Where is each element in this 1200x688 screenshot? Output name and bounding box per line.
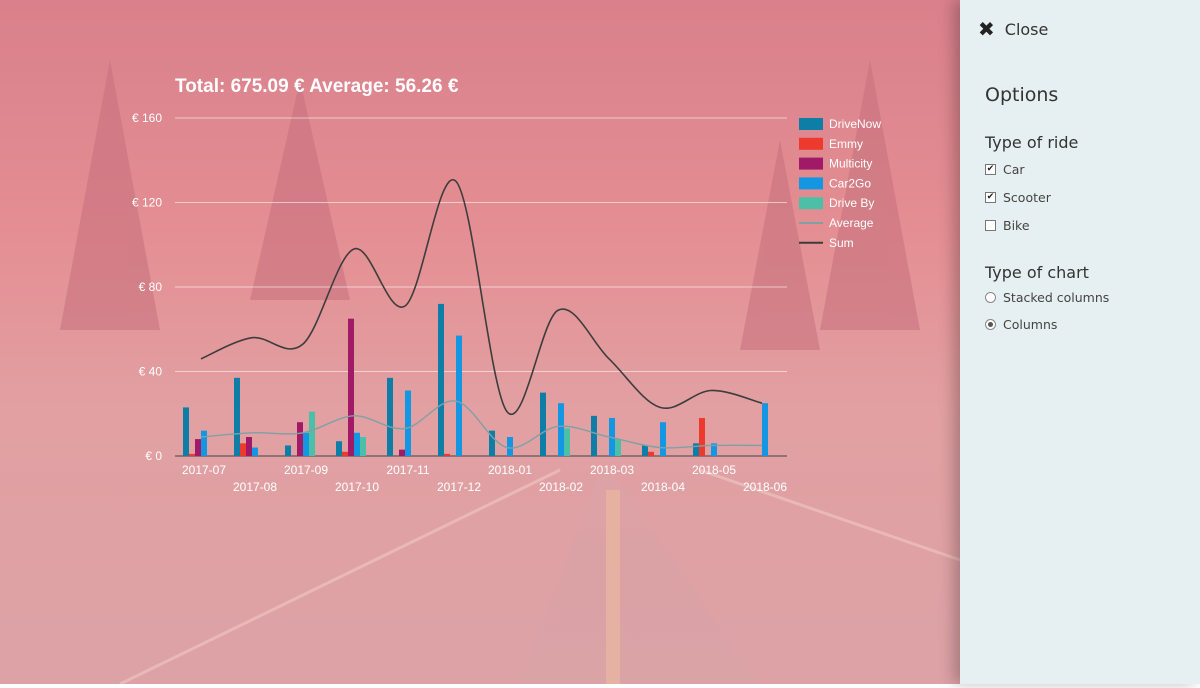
bar-emmy	[648, 451, 654, 456]
bar-drivenow	[183, 407, 189, 456]
x-tick-label: 2017-10	[335, 480, 379, 494]
x-tick-label: 2018-05	[692, 463, 736, 477]
bike-checkbox[interactable]	[985, 220, 996, 231]
bar-drivenow	[540, 392, 546, 456]
legend-label: Multicity	[829, 157, 872, 171]
legend-label: Emmy	[829, 137, 863, 151]
scooter-checkbox[interactable]: ✔	[985, 192, 996, 203]
bar-emmy	[240, 443, 246, 456]
bar-multicity	[195, 439, 201, 456]
car-checkbox[interactable]: ✔	[985, 164, 996, 175]
bar-drivenow	[234, 377, 240, 456]
x-tick-label: 2017-11	[386, 463, 429, 477]
columns-radio[interactable]	[985, 319, 996, 330]
close-icon: ✖	[978, 17, 995, 41]
legend-label: Sum	[829, 236, 854, 250]
legend-label: Drive By	[829, 196, 874, 210]
bar-emmy	[342, 451, 348, 456]
columns-label: Columns	[1003, 317, 1058, 332]
stacked-columns-label: Stacked columns	[1003, 290, 1110, 305]
x-tick-label: 2018-03	[590, 463, 634, 477]
scooter-label: Scooter	[1003, 190, 1051, 205]
bar-drive-by	[360, 436, 366, 456]
options-heading: Options	[985, 84, 1059, 106]
chart-type-heading: Type of chart	[985, 263, 1089, 282]
bar-multicity	[297, 422, 303, 456]
x-tick-label: 2018-01	[488, 463, 532, 477]
bike-label: Bike	[1003, 218, 1030, 233]
bar-drivenow	[591, 415, 597, 456]
bar-car2go	[405, 390, 411, 456]
x-tick-label: 2018-06	[743, 480, 787, 494]
bar-car2go	[507, 436, 513, 456]
ride-type-heading: Type of ride	[985, 133, 1079, 152]
bar-car2go	[456, 335, 462, 456]
bar-drivenow	[285, 445, 291, 456]
stacked-columns-radio[interactable]	[985, 292, 996, 303]
bar-car2go	[201, 430, 207, 456]
bar-car2go	[558, 403, 564, 456]
chart-svg: € 0 € 40 € 80 € 120 € 160 2017-07 2017-08 2017-…	[132, 111, 881, 494]
close-label: Close	[1004, 19, 1049, 39]
legend-swatch	[799, 137, 823, 150]
legend-label: Car2Go	[829, 176, 871, 190]
bar-drive-by	[615, 439, 621, 456]
bar-multicity	[246, 436, 252, 456]
legend-swatch	[799, 118, 823, 130]
line-sum	[200, 178, 763, 416]
ride-type-car[interactable]: ✔ Car	[985, 162, 1025, 177]
bar-drivenow	[336, 441, 342, 456]
legend-label: Average	[829, 216, 874, 230]
ride-type-scooter[interactable]: ✔ Scooter	[985, 190, 1051, 205]
x-tick-label: 2017-12	[437, 480, 481, 494]
chart-type-stacked[interactable]: Stacked columns	[985, 290, 1109, 305]
ride-type-bike[interactable]: Bike	[985, 218, 1030, 233]
x-tick-label: 2017-09	[284, 463, 328, 477]
legend-label: DriveNow	[829, 117, 881, 131]
options-sidebar: ✖ Close Options Type of ride ✔ Car ✔ Sco…	[960, 0, 1200, 684]
legend-swatch	[799, 177, 823, 190]
bar-multicity	[348, 318, 354, 456]
close-button[interactable]: ✖ Close	[978, 19, 1048, 39]
bar-emmy	[699, 417, 705, 456]
bar-drive-by	[309, 411, 315, 456]
y-tick-label: € 160	[132, 111, 162, 125]
bar-drivenow	[693, 443, 699, 456]
y-tick-label: € 80	[139, 280, 163, 294]
x-tick-label: 2018-02	[539, 480, 583, 494]
bar-drivenow	[387, 377, 393, 456]
chart-area: Total: 675.09 € Average: 56.26 € € 0 € 40…	[0, 0, 960, 684]
bar-car2go	[252, 447, 258, 456]
legend-swatch	[799, 197, 823, 210]
chart-title: Total: 675.09 € Average: 56.26 €	[175, 76, 459, 97]
y-tick-label: € 120	[132, 196, 162, 210]
bar-car2go	[354, 432, 360, 456]
line-average	[200, 400, 763, 449]
bar-emmy	[189, 453, 195, 456]
bar-drivenow	[438, 303, 444, 456]
bar-drivenow	[642, 445, 648, 456]
chart-type-columns[interactable]: Columns	[985, 317, 1057, 332]
bar-car2go	[303, 432, 309, 456]
x-tick-label: 2017-07	[182, 463, 226, 477]
y-tick-label: € 0	[145, 449, 162, 463]
legend-swatch	[799, 157, 823, 170]
bar-car2go	[762, 403, 768, 456]
car-label: Car	[1003, 162, 1025, 177]
bar-multicity	[399, 449, 405, 456]
x-tick-label: 2017-08	[233, 480, 277, 494]
bar-car2go	[660, 422, 666, 456]
x-tick-label: 2018-04	[641, 480, 685, 494]
bar-emmy	[444, 453, 450, 456]
y-tick-label: € 40	[139, 365, 163, 379]
bar-drive-by	[564, 428, 570, 456]
